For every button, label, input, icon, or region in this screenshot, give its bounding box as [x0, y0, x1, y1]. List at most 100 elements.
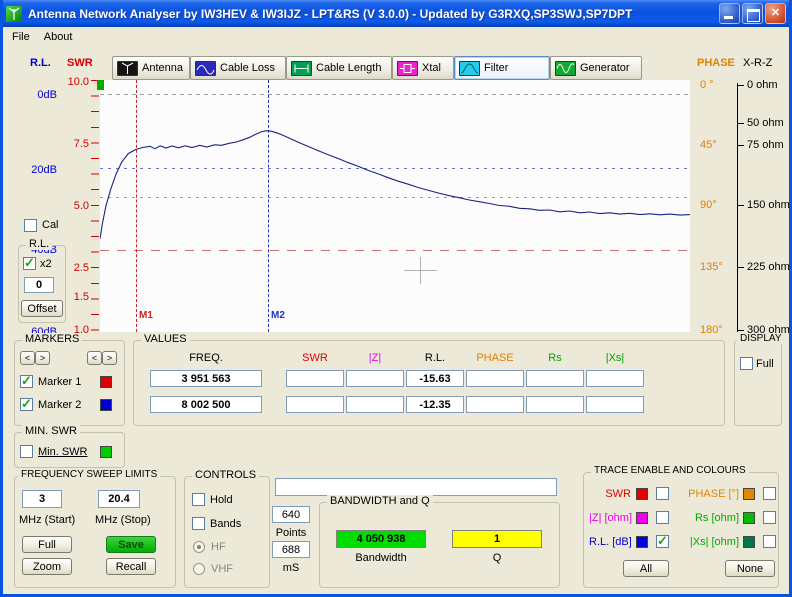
swr-tick-label: 10.0 — [59, 76, 89, 88]
marker2-rs-value[interactable] — [526, 396, 584, 413]
title-bar: Antenna Network Analyser by IW3HEV & IW3… — [0, 0, 792, 27]
toolbar-filter-button[interactable]: Filter — [454, 56, 550, 80]
menu-file[interactable]: File — [5, 29, 37, 45]
sweep-full-button[interactable]: Full — [22, 536, 72, 553]
phase-axis-title: PHASE — [697, 57, 735, 69]
close-button[interactable]: ✕ — [765, 3, 786, 24]
trace-xs-label: |Xs| [ohm] — [667, 536, 739, 548]
toolbar-button-label: Cable Loss — [220, 62, 275, 74]
q-value[interactable] — [452, 530, 542, 548]
sweep-save-button[interactable]: Save — [106, 536, 156, 553]
marker2-z-value[interactable] — [346, 396, 404, 413]
marker1-z-value[interactable] — [346, 370, 404, 387]
message-input[interactable] — [275, 478, 557, 496]
maximize-button[interactable] — [742, 3, 763, 24]
bandwidth-value[interactable] — [336, 530, 426, 548]
hold-label: Hold — [210, 494, 233, 506]
points-value[interactable] — [272, 506, 310, 523]
marker2-checkbox[interactable] — [20, 398, 33, 411]
marker1-right-button[interactable]: > — [35, 351, 50, 365]
marker2-xs-value[interactable] — [586, 396, 644, 413]
q-label: Q — [452, 552, 542, 564]
toolbar-button-label: Filter — [484, 62, 508, 74]
toolbar-cable-length-button[interactable]: Cable Length — [286, 56, 392, 80]
marker2-rl-value[interactable] — [406, 396, 464, 413]
toolbar-button-label: Generator — [580, 62, 630, 74]
toolbar-xtal-button[interactable]: Xtal — [392, 56, 454, 80]
full-display-checkbox[interactable] — [740, 357, 753, 370]
ohm-tick-label: 50 ohm — [747, 117, 784, 129]
rl-tick-label: 20dB — [21, 164, 57, 176]
marker1-rl-value[interactable] — [406, 370, 464, 387]
bands-checkbox[interactable] — [192, 517, 205, 530]
marker2-right-button[interactable]: > — [102, 351, 117, 365]
toolbar-cable-loss-button[interactable]: Cable Loss — [190, 56, 286, 80]
trace-none-button[interactable]: None — [725, 560, 775, 577]
values-groupbox-title: VALUES — [141, 333, 190, 345]
ohm-tick-label: 225 ohm — [747, 261, 790, 273]
trace-rs-checkbox[interactable] — [763, 511, 776, 524]
cal-checkbox[interactable] — [24, 219, 37, 232]
app-antenna-icon — [6, 6, 22, 22]
marker1-phase-value[interactable] — [466, 370, 524, 387]
rs-header: Rs — [526, 352, 584, 364]
hf-radio[interactable] — [193, 541, 205, 553]
marker2-phase-value[interactable] — [466, 396, 524, 413]
hf-label: HF — [211, 541, 226, 553]
marker2-color-swatch — [100, 399, 112, 411]
marker1-xs-value[interactable] — [586, 370, 644, 387]
vhf-radio[interactable] — [193, 563, 205, 575]
marker1-left-button[interactable]: < — [20, 351, 35, 365]
toolbar-antenna-button[interactable]: Antenna — [112, 56, 190, 80]
ohm-tick-label: 150 ohm — [747, 199, 790, 211]
min-swr-checkbox[interactable] — [20, 445, 33, 458]
ohm-tick-mark — [737, 330, 744, 331]
xs-header: |Xs| — [586, 352, 644, 364]
cal-label: Cal — [42, 219, 59, 231]
xrz-axis-title: X-R-Z — [743, 57, 772, 69]
marker1-swr-value[interactable] — [286, 370, 344, 387]
minimize-button[interactable] — [719, 3, 740, 24]
marker1-label: Marker 1 — [38, 376, 81, 388]
sweep-recall-button[interactable]: Recall — [106, 558, 156, 575]
menu-about[interactable]: About — [37, 29, 80, 45]
marker1-freq-value[interactable] — [150, 370, 262, 387]
marker1-checkbox[interactable] — [20, 375, 33, 388]
display-groupbox-title: DISPLAY — [737, 333, 785, 344]
marker2-swr-value[interactable] — [286, 396, 344, 413]
sweep-zoom-button[interactable]: Zoom — [22, 558, 72, 575]
rl-tick-label: 0dB — [21, 89, 57, 101]
controls-groupbox-title: CONTROLS — [192, 469, 259, 481]
freq-header: FREQ. — [150, 352, 262, 364]
full-display-label: Full — [756, 358, 774, 370]
rl-offset-input[interactable] — [24, 277, 54, 293]
toolbar-button-label: Xtal — [422, 62, 441, 74]
sweep-stop-input[interactable] — [98, 490, 140, 508]
toolbar-generator-button[interactable]: Generator — [550, 56, 642, 80]
x2-checkbox[interactable] — [23, 257, 36, 270]
sweep-start-input[interactable] — [22, 490, 62, 508]
swr-axis-title: SWR — [67, 57, 93, 69]
trace-rl-swatch — [636, 536, 648, 548]
offset-button[interactable]: Offset — [21, 300, 63, 317]
hold-checkbox[interactable] — [192, 493, 205, 506]
swr-trace — [100, 80, 690, 332]
trace-xs-checkbox[interactable] — [763, 535, 776, 548]
cable-length-icon — [291, 61, 312, 76]
phase-tick-label: 0 ° — [700, 79, 714, 91]
vhf-label: VHF — [211, 563, 233, 575]
sweep-groupbox-title: FREQUENCY SWEEP LIMITS — [18, 469, 160, 480]
trace-phase-checkbox[interactable] — [763, 487, 776, 500]
trace-all-button[interactable]: All — [623, 560, 669, 577]
window-title: Antenna Network Analyser by IW3HEV & IW3… — [28, 7, 719, 21]
marker2-left-button[interactable]: < — [87, 351, 102, 365]
phase-tick-label: 135° — [700, 261, 723, 273]
marker2-freq-value[interactable] — [150, 396, 262, 413]
ohm-tick-label: 75 ohm — [747, 139, 784, 151]
plot-area[interactable]: M1 M2 — [100, 80, 690, 332]
ms-value[interactable] — [272, 541, 310, 558]
phase-header: PHASE — [466, 352, 524, 364]
trace-phase-label: PHASE [°] — [667, 488, 739, 500]
phase-tick-label: 45° — [700, 139, 717, 151]
marker1-rs-value[interactable] — [526, 370, 584, 387]
